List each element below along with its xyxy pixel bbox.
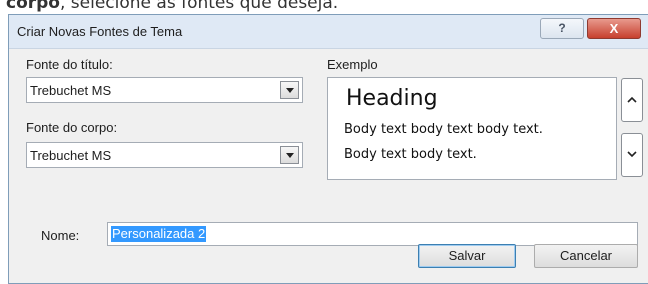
instruction-rest: , selecione as fontes que deseja. <box>60 0 339 13</box>
body-font-select[interactable]: Trebuchet MS <box>26 142 303 168</box>
body-font-value: Trebuchet MS <box>30 148 112 163</box>
heading-font-label: Fonte do título: <box>26 57 113 72</box>
chevron-down-icon[interactable] <box>280 146 299 164</box>
preview-scroll-up-button[interactable] <box>621 78 643 122</box>
help-button[interactable]: ? <box>540 18 584 39</box>
heading-font-select[interactable]: Trebuchet MS <box>26 77 303 103</box>
example-label: Exemplo <box>327 57 378 72</box>
font-preview: Heading Body text body text body text. B… <box>327 77 617 180</box>
font-settings-area: Fonte do título: Trebuchet MS Fonte do c… <box>14 55 647 215</box>
instruction-text: corpo, selecione as fontes que deseja. <box>6 0 338 13</box>
preview-body-line-1: Body text body text body text. <box>344 122 543 137</box>
chevron-down-icon[interactable] <box>280 81 299 99</box>
heading-font-value: Trebuchet MS <box>30 83 112 98</box>
name-input[interactable]: Personalizada 2 <box>107 222 638 246</box>
chevron-down-icon <box>627 151 637 158</box>
name-input-value: Personalizada 2 <box>111 226 207 242</box>
close-button[interactable]: X <box>587 18 641 39</box>
preview-scroll-down-button[interactable] <box>621 133 643 177</box>
instruction-bold: corpo <box>6 0 60 13</box>
chevron-up-icon <box>627 96 637 103</box>
title-bar: Criar Novas Fontes de Tema ? X <box>9 15 648 49</box>
name-label: Nome: <box>41 228 80 243</box>
body-font-label: Fonte do corpo: <box>26 120 118 135</box>
save-button[interactable]: Salvar <box>418 244 516 268</box>
create-theme-fonts-dialog: Criar Novas Fontes de Tema ? X Fonte do … <box>8 14 648 284</box>
preview-heading: Heading <box>346 86 438 111</box>
cancel-button[interactable]: Cancelar <box>534 244 638 268</box>
preview-body-line-2: Body text body text. <box>344 147 477 162</box>
dialog-title: Criar Novas Fontes de Tema <box>17 24 183 39</box>
